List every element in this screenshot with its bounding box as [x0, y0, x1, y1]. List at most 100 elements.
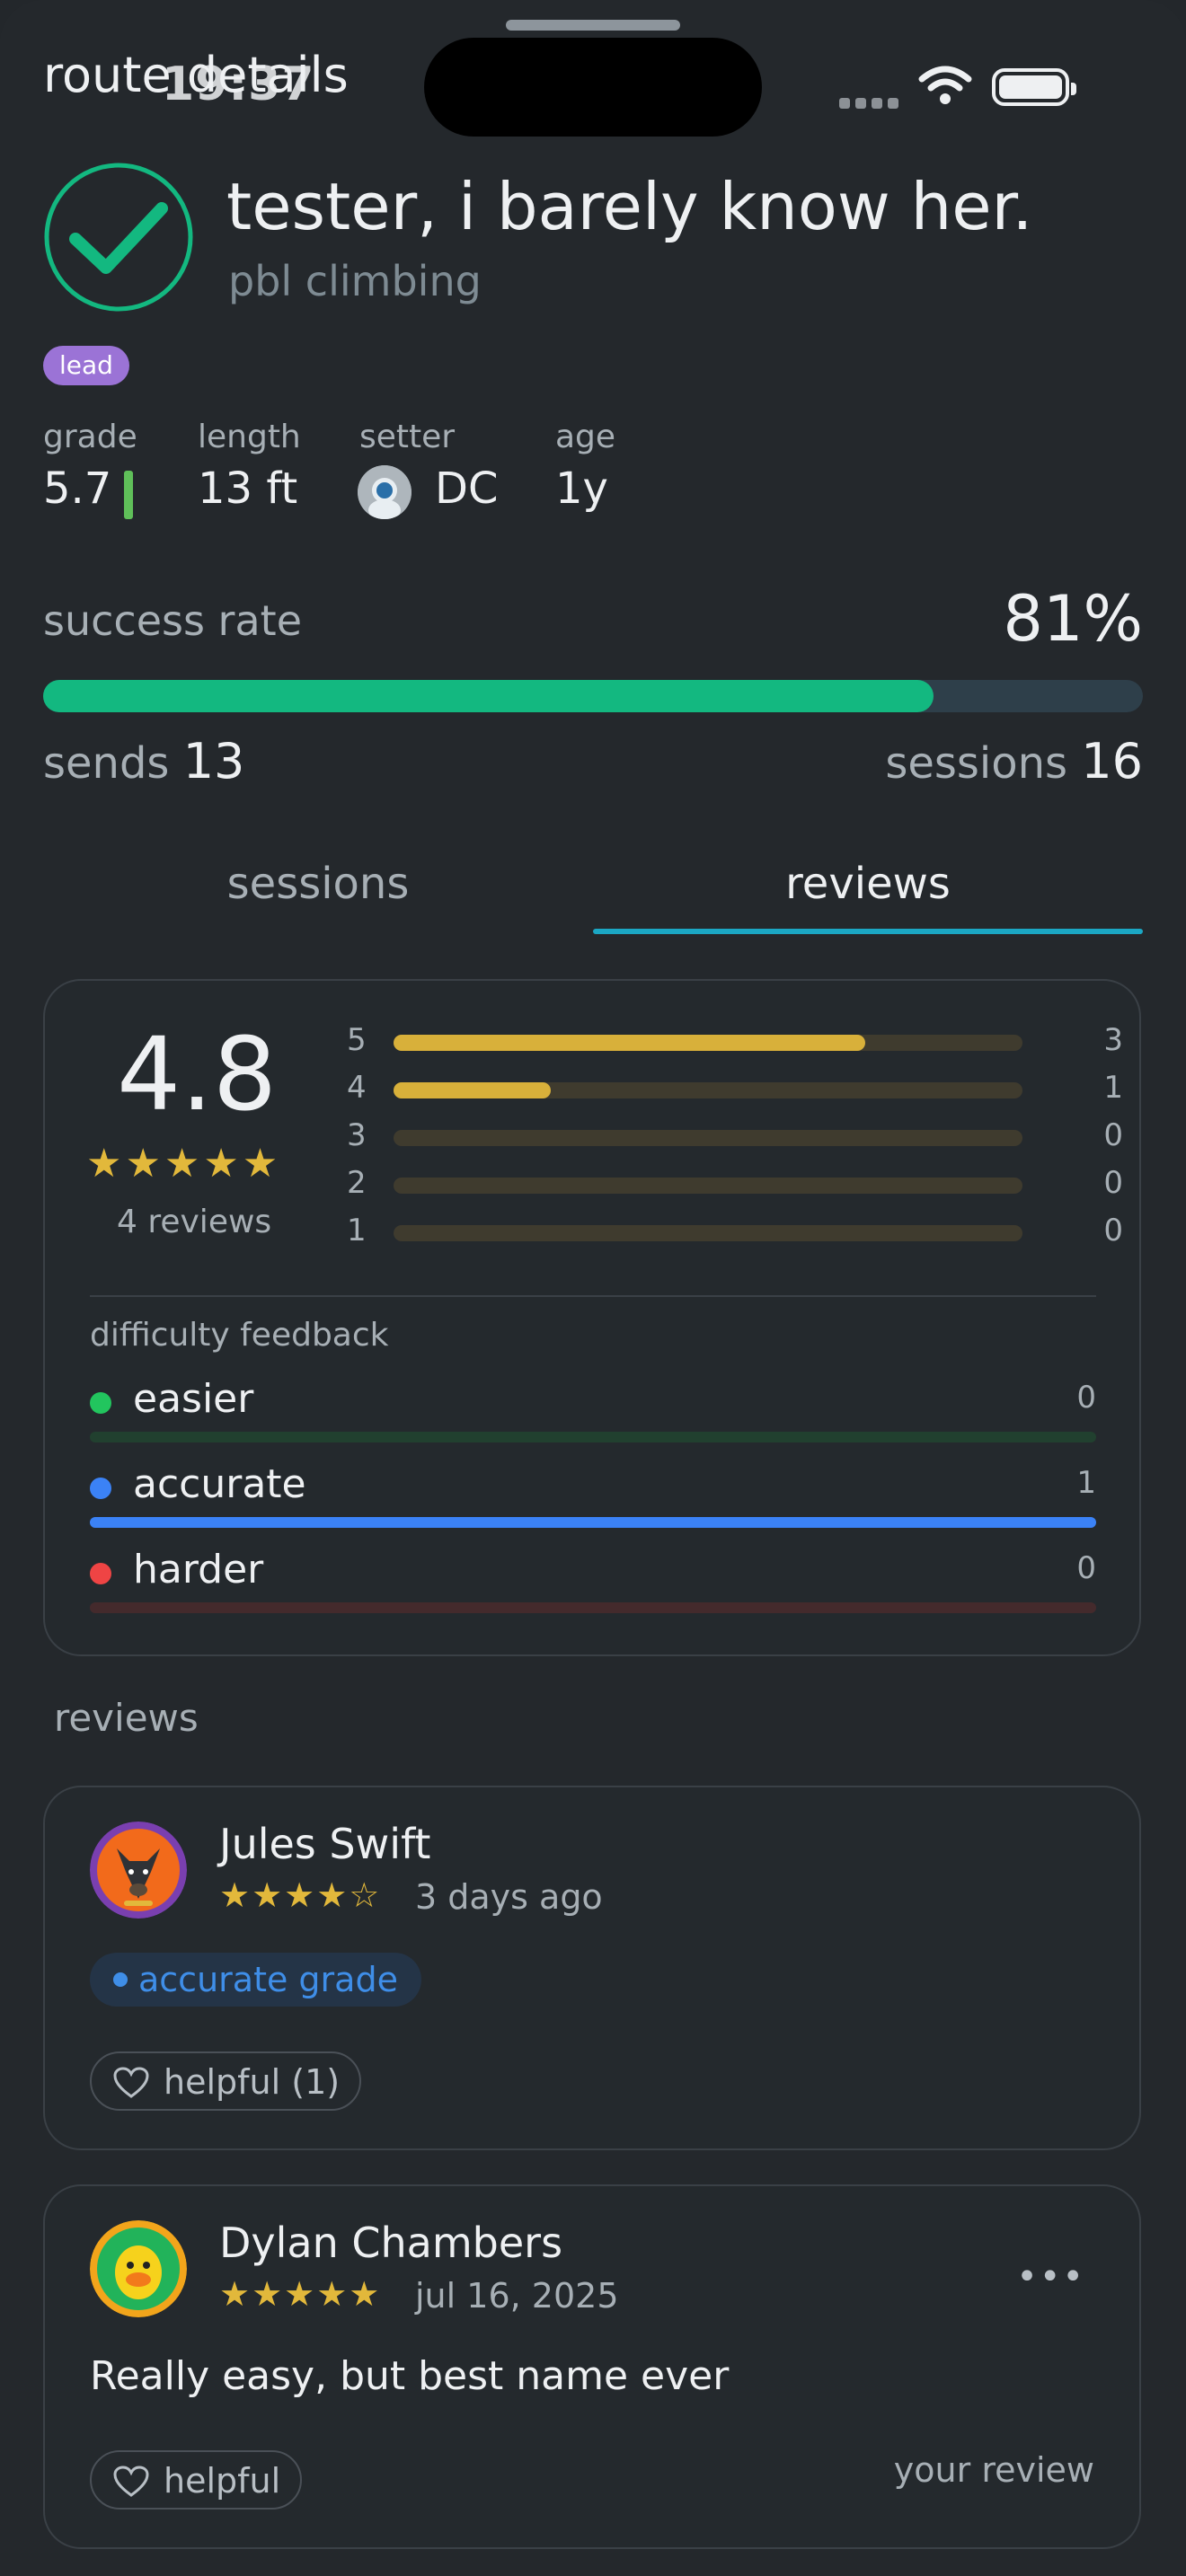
- rating-histogram-row: 1 0: [347, 1213, 1128, 1248]
- difficulty-bar: [90, 1602, 1096, 1613]
- difficulty-accurate-row: accurate 1: [90, 1461, 1096, 1533]
- tab-sessions[interactable]: sessions: [43, 859, 593, 909]
- cellular-icon: [839, 95, 904, 112]
- heart-icon: [113, 2067, 149, 2098]
- review-card: Dylan Chambers ★★★★★ jul 16, 2025 ••• Re…: [43, 2184, 1141, 2549]
- histogram-count: 0: [1103, 1117, 1123, 1153]
- helpful-label: helpful: [164, 2461, 281, 2501]
- helpful-button[interactable]: helpful (1): [90, 2051, 362, 2111]
- reviewer-avatar[interactable]: [90, 1822, 187, 1919]
- histogram-track: [394, 1082, 1022, 1098]
- histogram-star-label: 2: [347, 1165, 367, 1201]
- histogram-track: [394, 1130, 1022, 1146]
- astronaut-avatar-icon: [358, 465, 412, 519]
- heart-icon: [113, 2466, 149, 2497]
- battery-icon: [992, 68, 1076, 106]
- review-stars: ★★★★☆: [219, 1875, 382, 1915]
- histogram-star-label: 4: [347, 1070, 367, 1106]
- difficulty-fill: [90, 1517, 1096, 1528]
- active-tab-indicator: [593, 929, 1143, 934]
- success-rate-fill: [43, 680, 934, 712]
- rating-histogram-row: 5 3: [347, 1022, 1128, 1058]
- reviewer-name: Jules Swift: [219, 1820, 431, 1868]
- dynamic-island: [424, 38, 762, 137]
- difficulty-label: harder: [133, 1547, 264, 1592]
- wifi-icon: [918, 66, 972, 104]
- harder-dot-icon: [90, 1563, 111, 1584]
- difficulty-label: easier: [133, 1376, 254, 1422]
- route-details-sheet: route details 19:37 tester, i barely kno…: [0, 0, 1186, 2576]
- rating-summary-card: 4.8 ★★★★★ 4 reviews 5 3 4 1 3 0 2 0 1 0: [43, 979, 1141, 1656]
- grade-label: grade: [43, 419, 137, 455]
- histogram-star-label: 5: [347, 1022, 367, 1058]
- summary-divider: [90, 1295, 1096, 1297]
- sends-count: 13: [182, 733, 245, 790]
- setter-avatar[interactable]: [358, 465, 412, 519]
- histogram-fill: [394, 1082, 551, 1098]
- success-rate-value: 81%: [1003, 582, 1143, 656]
- reviewer-avatar[interactable]: [90, 2220, 187, 2317]
- status-bar-icons: [839, 63, 1091, 109]
- reviews-section-title: reviews: [54, 1696, 199, 1740]
- review-card: Jules Swift ★★★★☆ 3 days ago accurate gr…: [43, 1786, 1141, 2150]
- difficulty-harder-row: harder 0: [90, 1547, 1096, 1619]
- sessions-count: 16: [1081, 733, 1143, 790]
- sheet-grabber[interactable]: [506, 20, 680, 31]
- age-label: age: [555, 419, 616, 455]
- sent-check-icon: [44, 163, 193, 312]
- review-count: 4 reviews: [117, 1204, 272, 1240]
- sends-stat: sends 13: [43, 733, 244, 790]
- histogram-count: 0: [1103, 1165, 1123, 1201]
- age-value: 1y: [555, 463, 608, 514]
- helpful-label: helpful (1): [164, 2062, 341, 2102]
- route-type-badge: lead: [43, 346, 129, 385]
- difficulty-bar: [90, 1432, 1096, 1442]
- review-stars: ★★★★★: [219, 2274, 382, 2314]
- easier-dot-icon: [90, 1392, 111, 1414]
- duck-avatar-icon: [90, 2220, 187, 2317]
- dog-avatar-icon: [90, 1822, 187, 1919]
- review-date: jul 16, 2025: [415, 2276, 619, 2316]
- helpful-button[interactable]: helpful: [90, 2450, 303, 2510]
- grade-value: 5.7: [43, 463, 112, 514]
- rating-histogram-row: 3 0: [347, 1117, 1128, 1153]
- difficulty-feedback-title: difficulty feedback: [90, 1317, 389, 1354]
- setter-label: setter: [359, 419, 456, 455]
- route-name: tester, i barely know her.: [226, 169, 1033, 244]
- histogram-count: 1: [1103, 1070, 1123, 1106]
- more-options-icon[interactable]: •••: [1016, 2256, 1085, 2298]
- rating-histogram-row: 4 1: [347, 1070, 1128, 1106]
- length-label: length: [198, 419, 301, 455]
- histogram-count: 0: [1103, 1213, 1123, 1248]
- success-rate-label: success rate: [43, 596, 302, 645]
- difficulty-count: 0: [1076, 1380, 1096, 1416]
- gym-name: pbl climbing: [228, 257, 482, 305]
- histogram-track: [394, 1225, 1022, 1241]
- histogram-star-label: 3: [347, 1117, 367, 1153]
- grade-feedback-badge: accurate grade: [90, 1953, 421, 2007]
- histogram-count: 3: [1103, 1022, 1123, 1058]
- difficulty-count: 1: [1076, 1465, 1096, 1501]
- status-time: 19:37: [162, 57, 315, 111]
- review-date: 3 days ago: [415, 1877, 603, 1917]
- histogram-track: [394, 1178, 1022, 1194]
- histogram-star-label: 1: [347, 1213, 367, 1248]
- setter-initials: DC: [435, 463, 499, 514]
- reviewer-name: Dylan Chambers: [219, 2219, 563, 2267]
- histogram-fill: [394, 1035, 865, 1051]
- difficulty-easier-row: easier 0: [90, 1376, 1096, 1448]
- sessions-stat: sessions 16: [885, 733, 1143, 790]
- sessions-label: sessions: [885, 738, 1068, 789]
- success-rate-bar: [43, 680, 1143, 712]
- length-value: 13 ft: [198, 463, 298, 514]
- average-stars: ★★★★★: [86, 1141, 282, 1187]
- difficulty-bar: [90, 1517, 1096, 1528]
- your-review-label: your review: [893, 2450, 1094, 2490]
- sends-label: sends: [43, 738, 170, 789]
- average-rating: 4.8: [117, 1017, 278, 1134]
- histogram-track: [394, 1035, 1022, 1051]
- difficulty-count: 0: [1076, 1550, 1096, 1586]
- rating-histogram-row: 2 0: [347, 1165, 1128, 1201]
- accurate-dot-icon: [90, 1478, 111, 1499]
- tab-reviews[interactable]: reviews: [593, 859, 1143, 909]
